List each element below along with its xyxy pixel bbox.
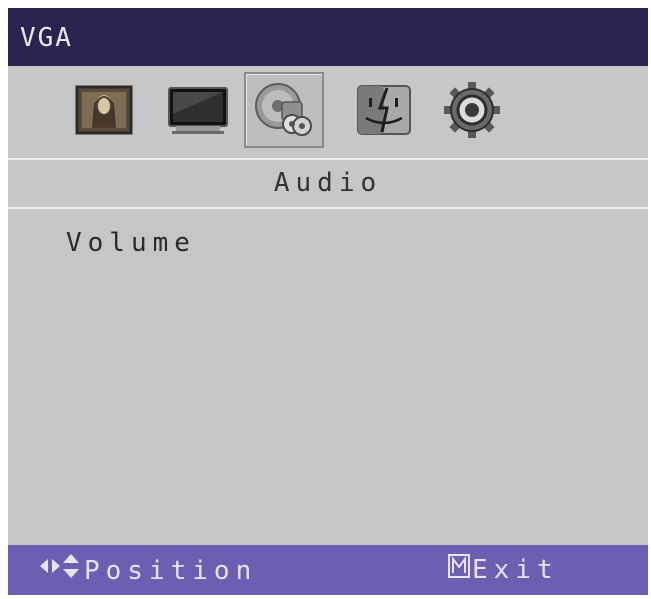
divider <box>8 207 648 209</box>
exit-hint: Exit <box>448 553 559 587</box>
footer-hint-bar: Position Exit <box>8 545 648 595</box>
window-title: VGA <box>20 23 73 53</box>
mona-lisa-picture-icon <box>75 85 133 135</box>
arrows-icon <box>38 553 82 588</box>
position-hint: Position <box>38 553 257 588</box>
tab-audio[interactable] <box>244 72 324 148</box>
menu-item-volume[interactable]: Volume <box>66 226 196 260</box>
tab-setup[interactable] <box>432 72 512 148</box>
osd-menu-window: VGA Audio Volume Position Exit <box>8 8 648 595</box>
tab-bar <box>8 66 648 158</box>
tab-display[interactable] <box>158 72 238 148</box>
monitor-display-icon <box>168 87 228 134</box>
tab-function[interactable] <box>344 72 424 148</box>
exit-hint-label: Exit <box>472 555 559 585</box>
macos-finder-face-icon <box>357 85 411 135</box>
title-bar: VGA <box>8 8 648 66</box>
m-key-icon <box>448 553 470 587</box>
section-title: Audio <box>273 168 383 198</box>
position-hint-label: Position <box>84 555 258 586</box>
audio-speaker-disc-icon <box>255 83 312 136</box>
settings-gear-icon <box>444 82 500 138</box>
tab-picture[interactable] <box>64 72 144 148</box>
